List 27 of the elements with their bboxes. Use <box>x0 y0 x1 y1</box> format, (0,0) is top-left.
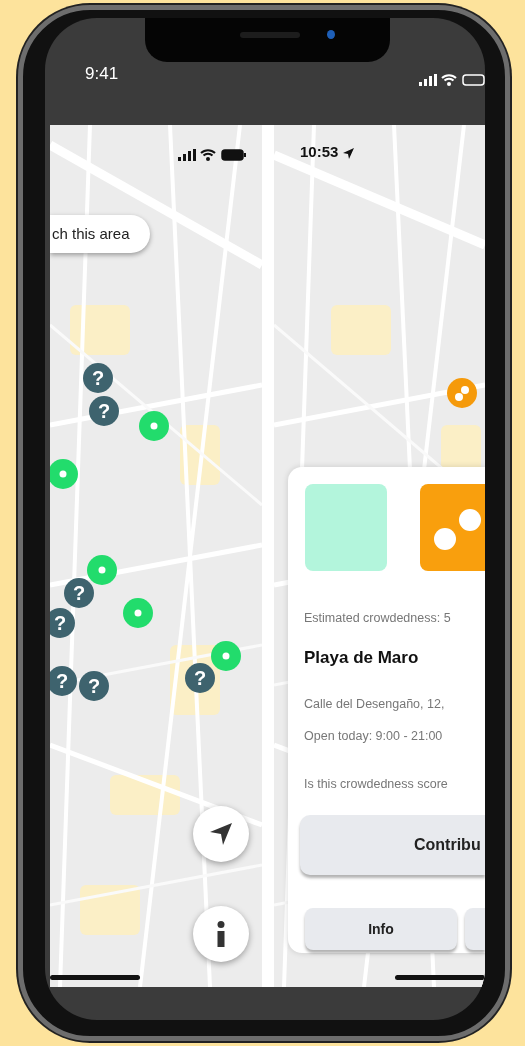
battery-icon <box>461 73 485 86</box>
dot-icon <box>59 470 67 478</box>
camera-dot <box>327 30 335 39</box>
dot-icon <box>98 566 106 574</box>
status-time: 9:41 <box>85 63 119 85</box>
status-time: 10:53 <box>300 143 339 160</box>
opening-hours-text: Open today: 9:00 - 21:00 <box>304 728 443 745</box>
navigation-arrow-icon <box>209 822 233 846</box>
feedback-question: Is this crowdedness score <box>304 776 448 793</box>
info-icon <box>217 921 225 947</box>
info-tab-button[interactable]: Info <box>305 908 457 950</box>
battery-icon <box>220 148 247 161</box>
speaker <box>240 32 300 38</box>
dot-icon <box>150 422 158 430</box>
wifi-icon <box>441 73 458 86</box>
tab-button[interactable] <box>465 908 485 950</box>
contribute-button[interactable]: Contribu <box>300 815 485 875</box>
wifi-icon <box>200 148 217 161</box>
dot-icon <box>134 609 142 617</box>
signal-icon <box>419 73 437 86</box>
address-text: Calle del Desengaño, 12, <box>304 696 445 713</box>
search-area-button[interactable]: ch this area <box>50 215 150 253</box>
signal-icon <box>178 148 196 161</box>
location-arrow-icon <box>342 147 354 159</box>
place-name: Playa de Maro <box>304 647 419 669</box>
dot-icon <box>222 652 230 660</box>
crowdedness-text: Estimated crowdedness: 5 <box>304 610 451 627</box>
